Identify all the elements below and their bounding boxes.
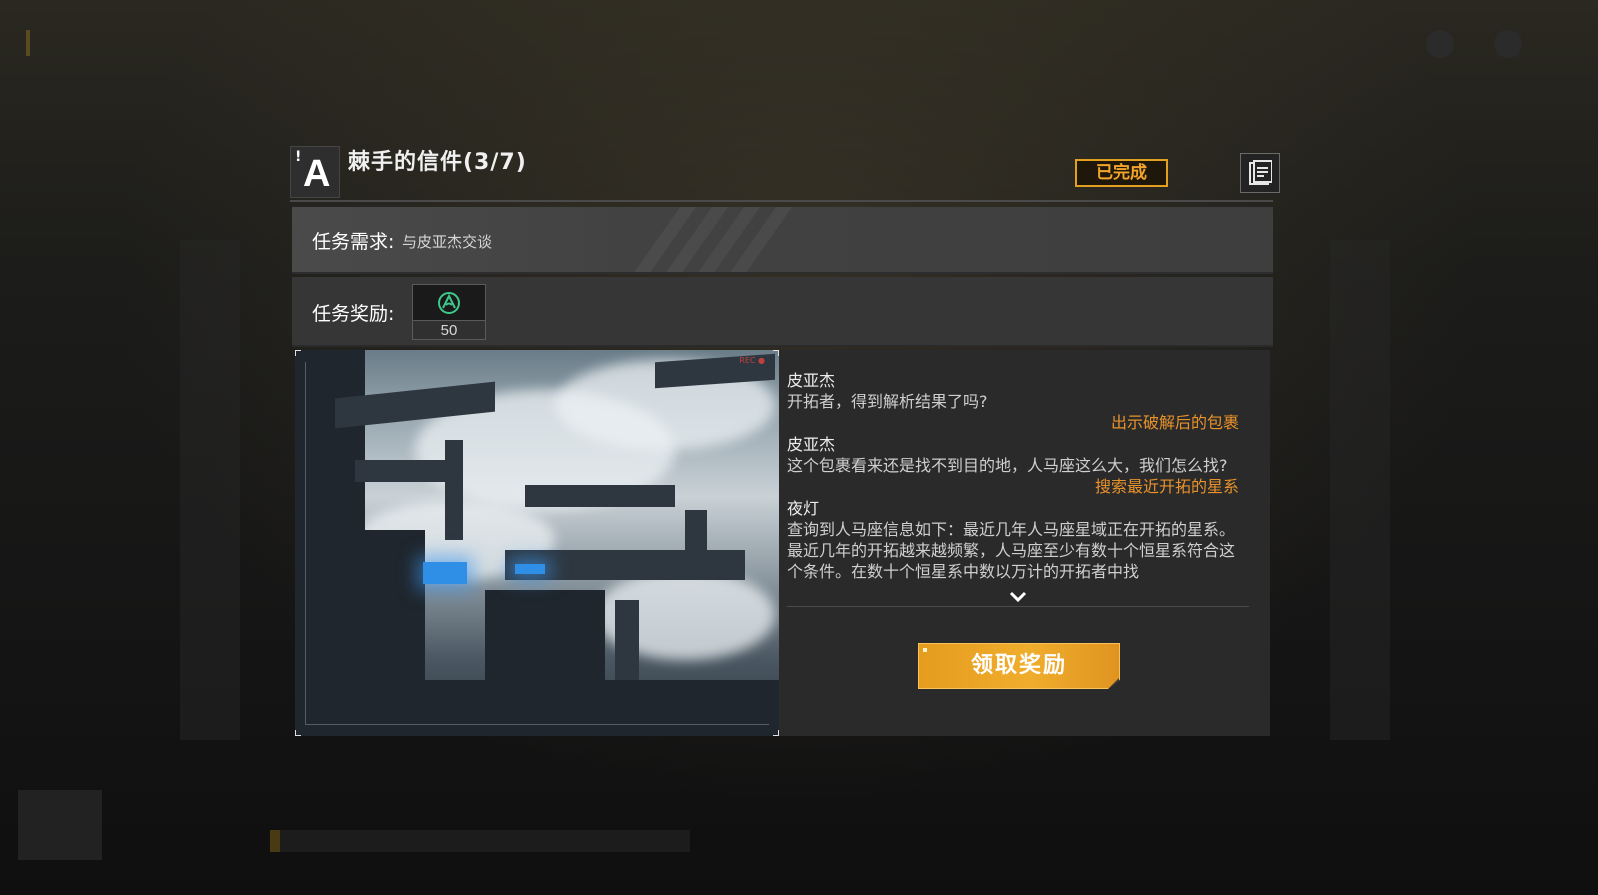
- requirement-value: 与皮亚杰交谈: [402, 233, 493, 251]
- grade-mark: !: [295, 149, 302, 165]
- scroll-more-button[interactable]: [1009, 588, 1027, 606]
- background-avatar: [18, 790, 102, 860]
- grade-letter: A: [303, 153, 331, 195]
- rec-indicator: REC ●: [739, 356, 765, 365]
- background-bottom-bar: [270, 830, 690, 852]
- dialogue-divider: [787, 606, 1249, 607]
- pioneer-emblem-icon: [438, 291, 460, 314]
- dialogue-choice: 搜索最近开拓的星系: [1094, 477, 1239, 496]
- requirement-label: 任务需求:: [312, 231, 395, 253]
- quest-title: 棘手的信件(3/7): [348, 150, 527, 175]
- background-pillar: [1330, 240, 1390, 740]
- dialogue-line: 这个包裹看来还是找不到目的地，人马座这么大，我们怎么找?: [787, 456, 1228, 475]
- background-header: [26, 30, 176, 56]
- claim-reward-label: 领取奖励: [970, 653, 1067, 678]
- quest-content: REC ● 皮亚杰 开拓者，得到解析结果了吗? 出示破解后的包裹 皮亚杰 这个包…: [295, 350, 1270, 736]
- reward-label: 任务奖励:: [312, 303, 395, 325]
- dialogue-log[interactable]: 皮亚杰 开拓者，得到解析结果了吗? 出示破解后的包裹 皮亚杰 这个包裹看来还是找…: [787, 370, 1249, 606]
- dialogue-choice: 出示破解后的包裹: [1110, 413, 1239, 432]
- quest-dialog: ! A 棘手的信件(3/7) 已完成 任务需求: 与皮亚杰交谈 任务奖励: 50…: [290, 140, 1280, 740]
- reward-row: 任务奖励: 50: [292, 277, 1273, 347]
- chevron-down-icon: [1009, 591, 1027, 603]
- dialogue-line: 查询到人马座信息如下：最近几年人马座星域正在开拓的星系。最近几年的开拓越来越频繁…: [787, 520, 1236, 581]
- background-icon: [1426, 30, 1454, 58]
- dialogue-speaker: 皮亚杰: [787, 435, 836, 454]
- claim-reward-button[interactable]: 领取奖励: [918, 643, 1120, 689]
- quest-grade-badge: ! A: [290, 146, 340, 198]
- dialogue-entry: 皮亚杰 这个包裹看来还是找不到目的地，人马座这么大，我们怎么找?: [787, 434, 1249, 476]
- dialogue-entry: 夜灯 查询到人马座信息如下：最近几年人马座星域正在开拓的星系。最近几年的开拓越来…: [787, 498, 1249, 582]
- quest-scene-image: REC ●: [295, 350, 779, 736]
- status-badge: 已完成: [1075, 159, 1168, 187]
- header-divider: [290, 200, 1273, 202]
- requirement-row: 任务需求: 与皮亚杰交谈: [292, 207, 1273, 274]
- reward-amount: 50: [413, 320, 485, 339]
- dialogue-speaker: 皮亚杰: [787, 371, 836, 390]
- dialogue-entry: 皮亚杰 开拓者，得到解析结果了吗?: [787, 370, 1249, 412]
- document-icon: [1249, 160, 1272, 185]
- background-pillar: [180, 240, 240, 740]
- background-icon: [1494, 30, 1522, 58]
- quest-log-button[interactable]: [1240, 153, 1280, 193]
- reward-item[interactable]: 50: [412, 284, 486, 340]
- dialogue-speaker: 夜灯: [787, 499, 820, 518]
- dialogue-line: 开拓者，得到解析结果了吗?: [787, 392, 988, 411]
